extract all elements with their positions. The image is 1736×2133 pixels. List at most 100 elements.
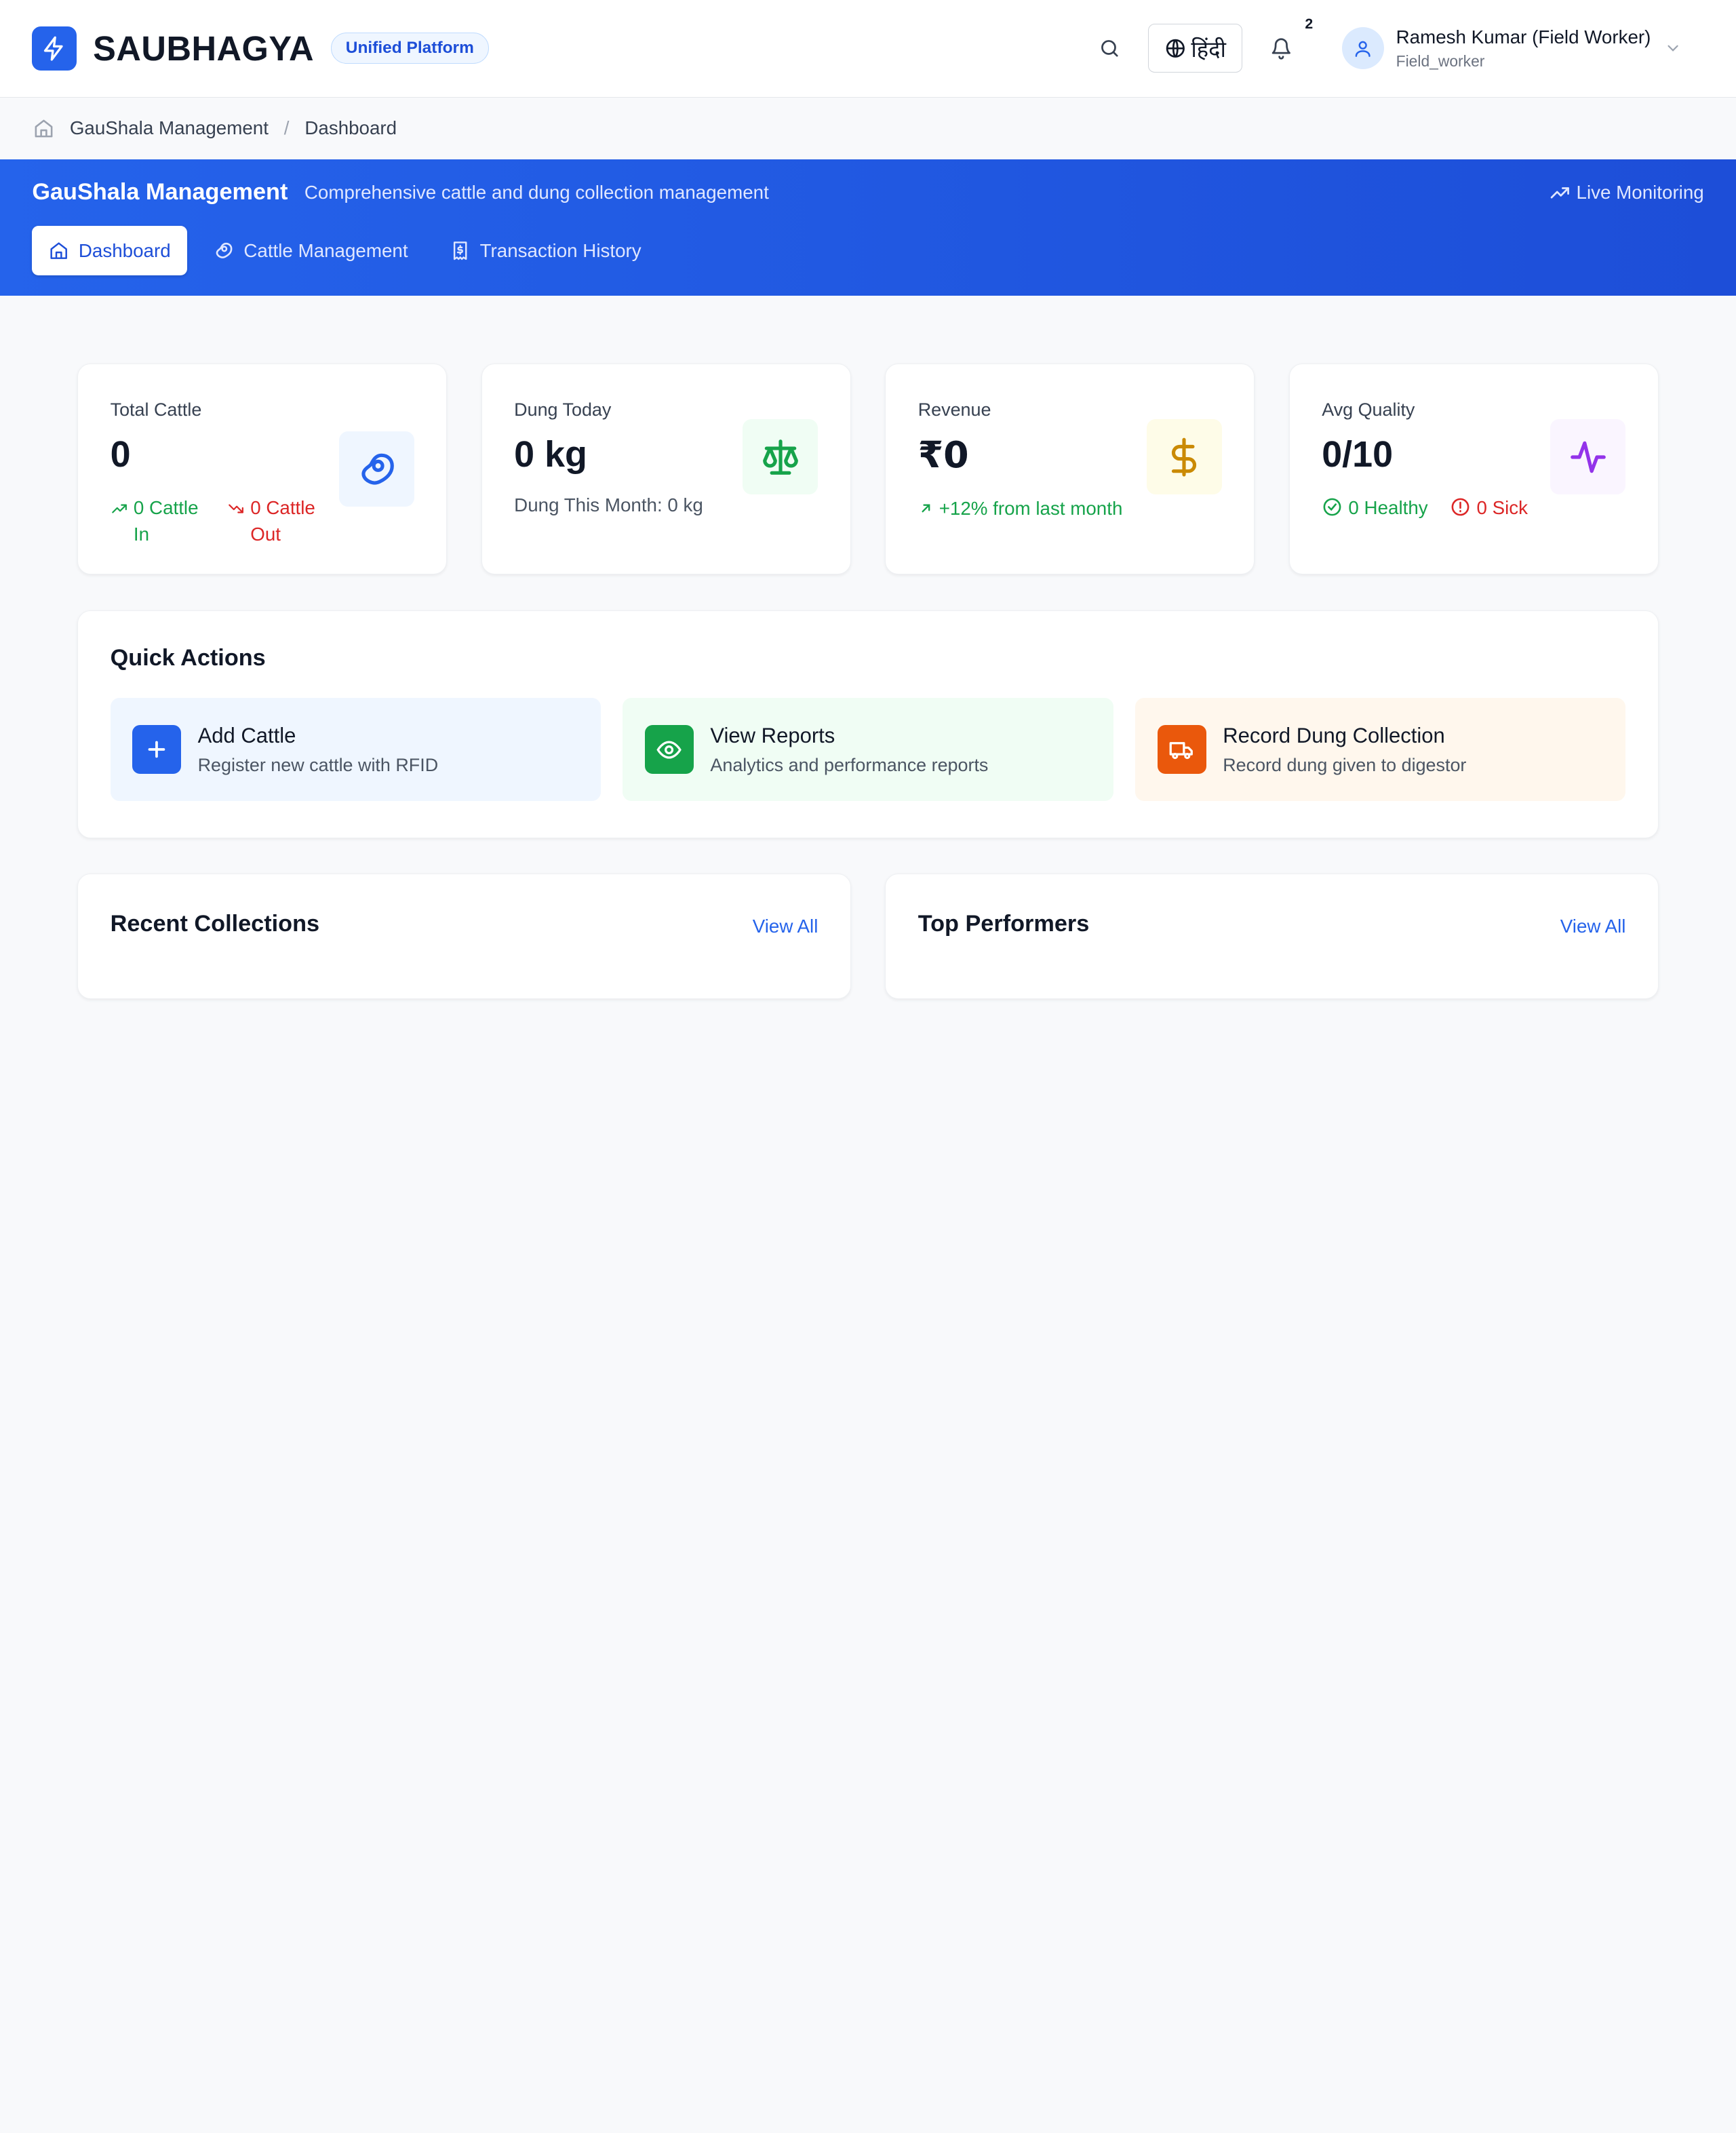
avatar bbox=[1341, 27, 1384, 70]
action-title: Record Dung Collection bbox=[1223, 723, 1445, 747]
recent-collections-panel: Recent Collections View All bbox=[77, 874, 851, 999]
tab-label: Cattle Management bbox=[243, 239, 408, 261]
top-view-all-link[interactable]: View All bbox=[1560, 916, 1626, 937]
action-desc: Register new cattle with RFID bbox=[197, 754, 439, 775]
truck-icon-box bbox=[1157, 725, 1206, 775]
notifications-button[interactable]: 2 bbox=[1262, 16, 1313, 68]
bell-icon bbox=[1271, 38, 1290, 60]
home-icon[interactable] bbox=[33, 118, 54, 139]
healthy-label: 0 Healthy bbox=[1348, 497, 1428, 519]
revenue-change: +12% from last month bbox=[918, 495, 1222, 522]
check-circle-icon bbox=[1323, 498, 1341, 516]
tab-transaction-history[interactable]: Transaction History bbox=[433, 226, 658, 275]
action-title: View Reports bbox=[710, 723, 835, 747]
view-reports-action[interactable]: View Reports Analytics and performance r… bbox=[623, 698, 1113, 802]
top-bar: SAUBHAGYA Unified Platform हिंदी 2 Rames… bbox=[0, 0, 1736, 98]
trending-up-icon bbox=[111, 504, 127, 513]
logo[interactable] bbox=[32, 26, 77, 71]
dung-month: Dung This Month: 0 kg bbox=[514, 494, 703, 516]
module-subtitle: Comprehensive cattle and dung collection… bbox=[304, 181, 769, 203]
brand-name: SAUBHAGYA bbox=[93, 28, 315, 68]
tab-cattle-management[interactable]: Cattle Management bbox=[196, 226, 425, 275]
activity-icon-box bbox=[1550, 419, 1626, 495]
dollar-icon-box bbox=[1146, 419, 1222, 495]
platform-badge: Unified Platform bbox=[330, 33, 490, 64]
user-icon bbox=[1355, 41, 1370, 57]
breadcrumb-separator: / bbox=[283, 117, 290, 139]
alert-circle-icon bbox=[1451, 498, 1469, 516]
stat-card-revenue: Revenue ₹0 +12% from last month bbox=[885, 363, 1255, 575]
quick-actions-title: Quick Actions bbox=[110, 645, 266, 671]
tab-label: Transaction History bbox=[479, 239, 642, 261]
eye-icon bbox=[656, 741, 682, 759]
arrow-up-right-icon bbox=[922, 504, 930, 513]
dollar-icon bbox=[1172, 437, 1197, 477]
stat-label: Avg Quality bbox=[1322, 399, 1415, 420]
cattle-icon bbox=[361, 453, 395, 485]
action-desc: Record dung given to digestor bbox=[1223, 754, 1467, 775]
cattle-out-line2: Out bbox=[250, 524, 281, 545]
healthy-count: 0 Healthy bbox=[1322, 494, 1428, 521]
notification-count: 2 bbox=[1305, 16, 1314, 32]
plus-icon-box bbox=[132, 725, 182, 775]
eye-icon-box bbox=[645, 725, 694, 775]
breadcrumb: GauShala Management / Dashboard bbox=[0, 97, 1736, 160]
action-desc: Analytics and performance reports bbox=[710, 754, 989, 775]
globe-icon bbox=[1166, 39, 1185, 58]
top-performers-title: Top Performers bbox=[918, 911, 1090, 937]
home-icon bbox=[50, 242, 67, 259]
stat-card-avg-quality: Avg Quality 0/10 0 Healthy 0 Sick bbox=[1288, 363, 1659, 575]
module-tabs: Dashboard Cattle Management Transaction … bbox=[32, 225, 1703, 276]
trending-down-icon bbox=[229, 504, 243, 513]
add-cattle-action[interactable]: Add Cattle Register new cattle with RFID bbox=[110, 698, 601, 802]
live-monitoring: Live Monitoring bbox=[1549, 182, 1704, 204]
plus-icon bbox=[148, 741, 165, 758]
tab-dashboard[interactable]: Dashboard bbox=[32, 225, 188, 276]
scale-icon bbox=[763, 439, 798, 475]
cattle-in: 0 Cattle In bbox=[111, 494, 199, 547]
bottom-panels: Recent Collections View All Top Performe… bbox=[77, 874, 1659, 999]
chevron-down-icon bbox=[1668, 45, 1678, 52]
breadcrumb-current: Dashboard bbox=[304, 117, 397, 139]
top-performers-panel: Top Performers View All bbox=[885, 874, 1659, 999]
stat-label: Revenue bbox=[918, 399, 991, 420]
search-button[interactable] bbox=[1090, 30, 1128, 68]
user-name: Ramesh Kumar (Field Worker) bbox=[1396, 26, 1651, 47]
scale-icon-box bbox=[743, 419, 818, 495]
cattle-icon-box bbox=[338, 431, 414, 507]
user-role: Field_worker bbox=[1396, 52, 1485, 71]
cattle-out-line1: 0 Cattle bbox=[250, 497, 315, 519]
activity-icon bbox=[1571, 441, 1606, 473]
page: SAUBHAGYA Unified Platform हिंदी 2 Rames… bbox=[0, 0, 1736, 1307]
record-dung-action[interactable]: Record Dung Collection Record dung given… bbox=[1135, 698, 1626, 802]
stats-row: Total Cattle 0 0 Cattle In 0 Cattle Out Du… bbox=[77, 363, 1659, 575]
sick-label: 0 Sick bbox=[1476, 497, 1528, 519]
tab-label: Dashboard bbox=[78, 239, 171, 261]
cattle-icon bbox=[216, 242, 233, 258]
sick-count: 0 Sick bbox=[1450, 494, 1528, 521]
trending-up-icon bbox=[1550, 187, 1569, 199]
stat-card-dung-today: Dung Today 0 kg Dung This Month: 0 kg bbox=[481, 363, 851, 575]
module-title: GauShala Management bbox=[32, 179, 288, 206]
action-title: Add Cattle bbox=[197, 723, 296, 747]
breadcrumb-section[interactable]: GauShala Management bbox=[70, 117, 269, 139]
bolt-icon bbox=[44, 36, 64, 61]
cattle-in-line2: In bbox=[133, 524, 150, 545]
stat-label: Total Cattle bbox=[110, 399, 202, 420]
cattle-out: 0 Cattle Out bbox=[227, 494, 315, 547]
receipt-icon bbox=[453, 241, 467, 260]
truck-icon bbox=[1169, 741, 1194, 759]
recent-collections-title: Recent Collections bbox=[110, 911, 320, 937]
quick-actions: Quick Actions Add Cattle Register new ca… bbox=[77, 610, 1659, 838]
user-menu[interactable]: Ramesh Kumar (Field Worker) Field_worker bbox=[1341, 26, 1704, 71]
live-monitoring-label: Live Monitoring bbox=[1576, 181, 1704, 203]
language-toggle[interactable]: हिंदी bbox=[1148, 24, 1242, 73]
top-right-controls: हिंदी 2 Ramesh Kumar (Field Worker) Fiel… bbox=[1090, 16, 1704, 73]
stat-card-total-cattle: Total Cattle 0 0 Cattle In 0 Cattle Out bbox=[77, 363, 448, 575]
cattle-in-line1: 0 Cattle bbox=[133, 497, 199, 519]
revenue-change-label: +12% from last month bbox=[939, 498, 1123, 520]
module-banner: GauShala Management Comprehensive cattle… bbox=[0, 159, 1736, 296]
search-icon bbox=[1101, 40, 1118, 57]
recent-view-all-link[interactable]: View All bbox=[753, 916, 818, 937]
language-label: हिंदी bbox=[1191, 36, 1226, 62]
